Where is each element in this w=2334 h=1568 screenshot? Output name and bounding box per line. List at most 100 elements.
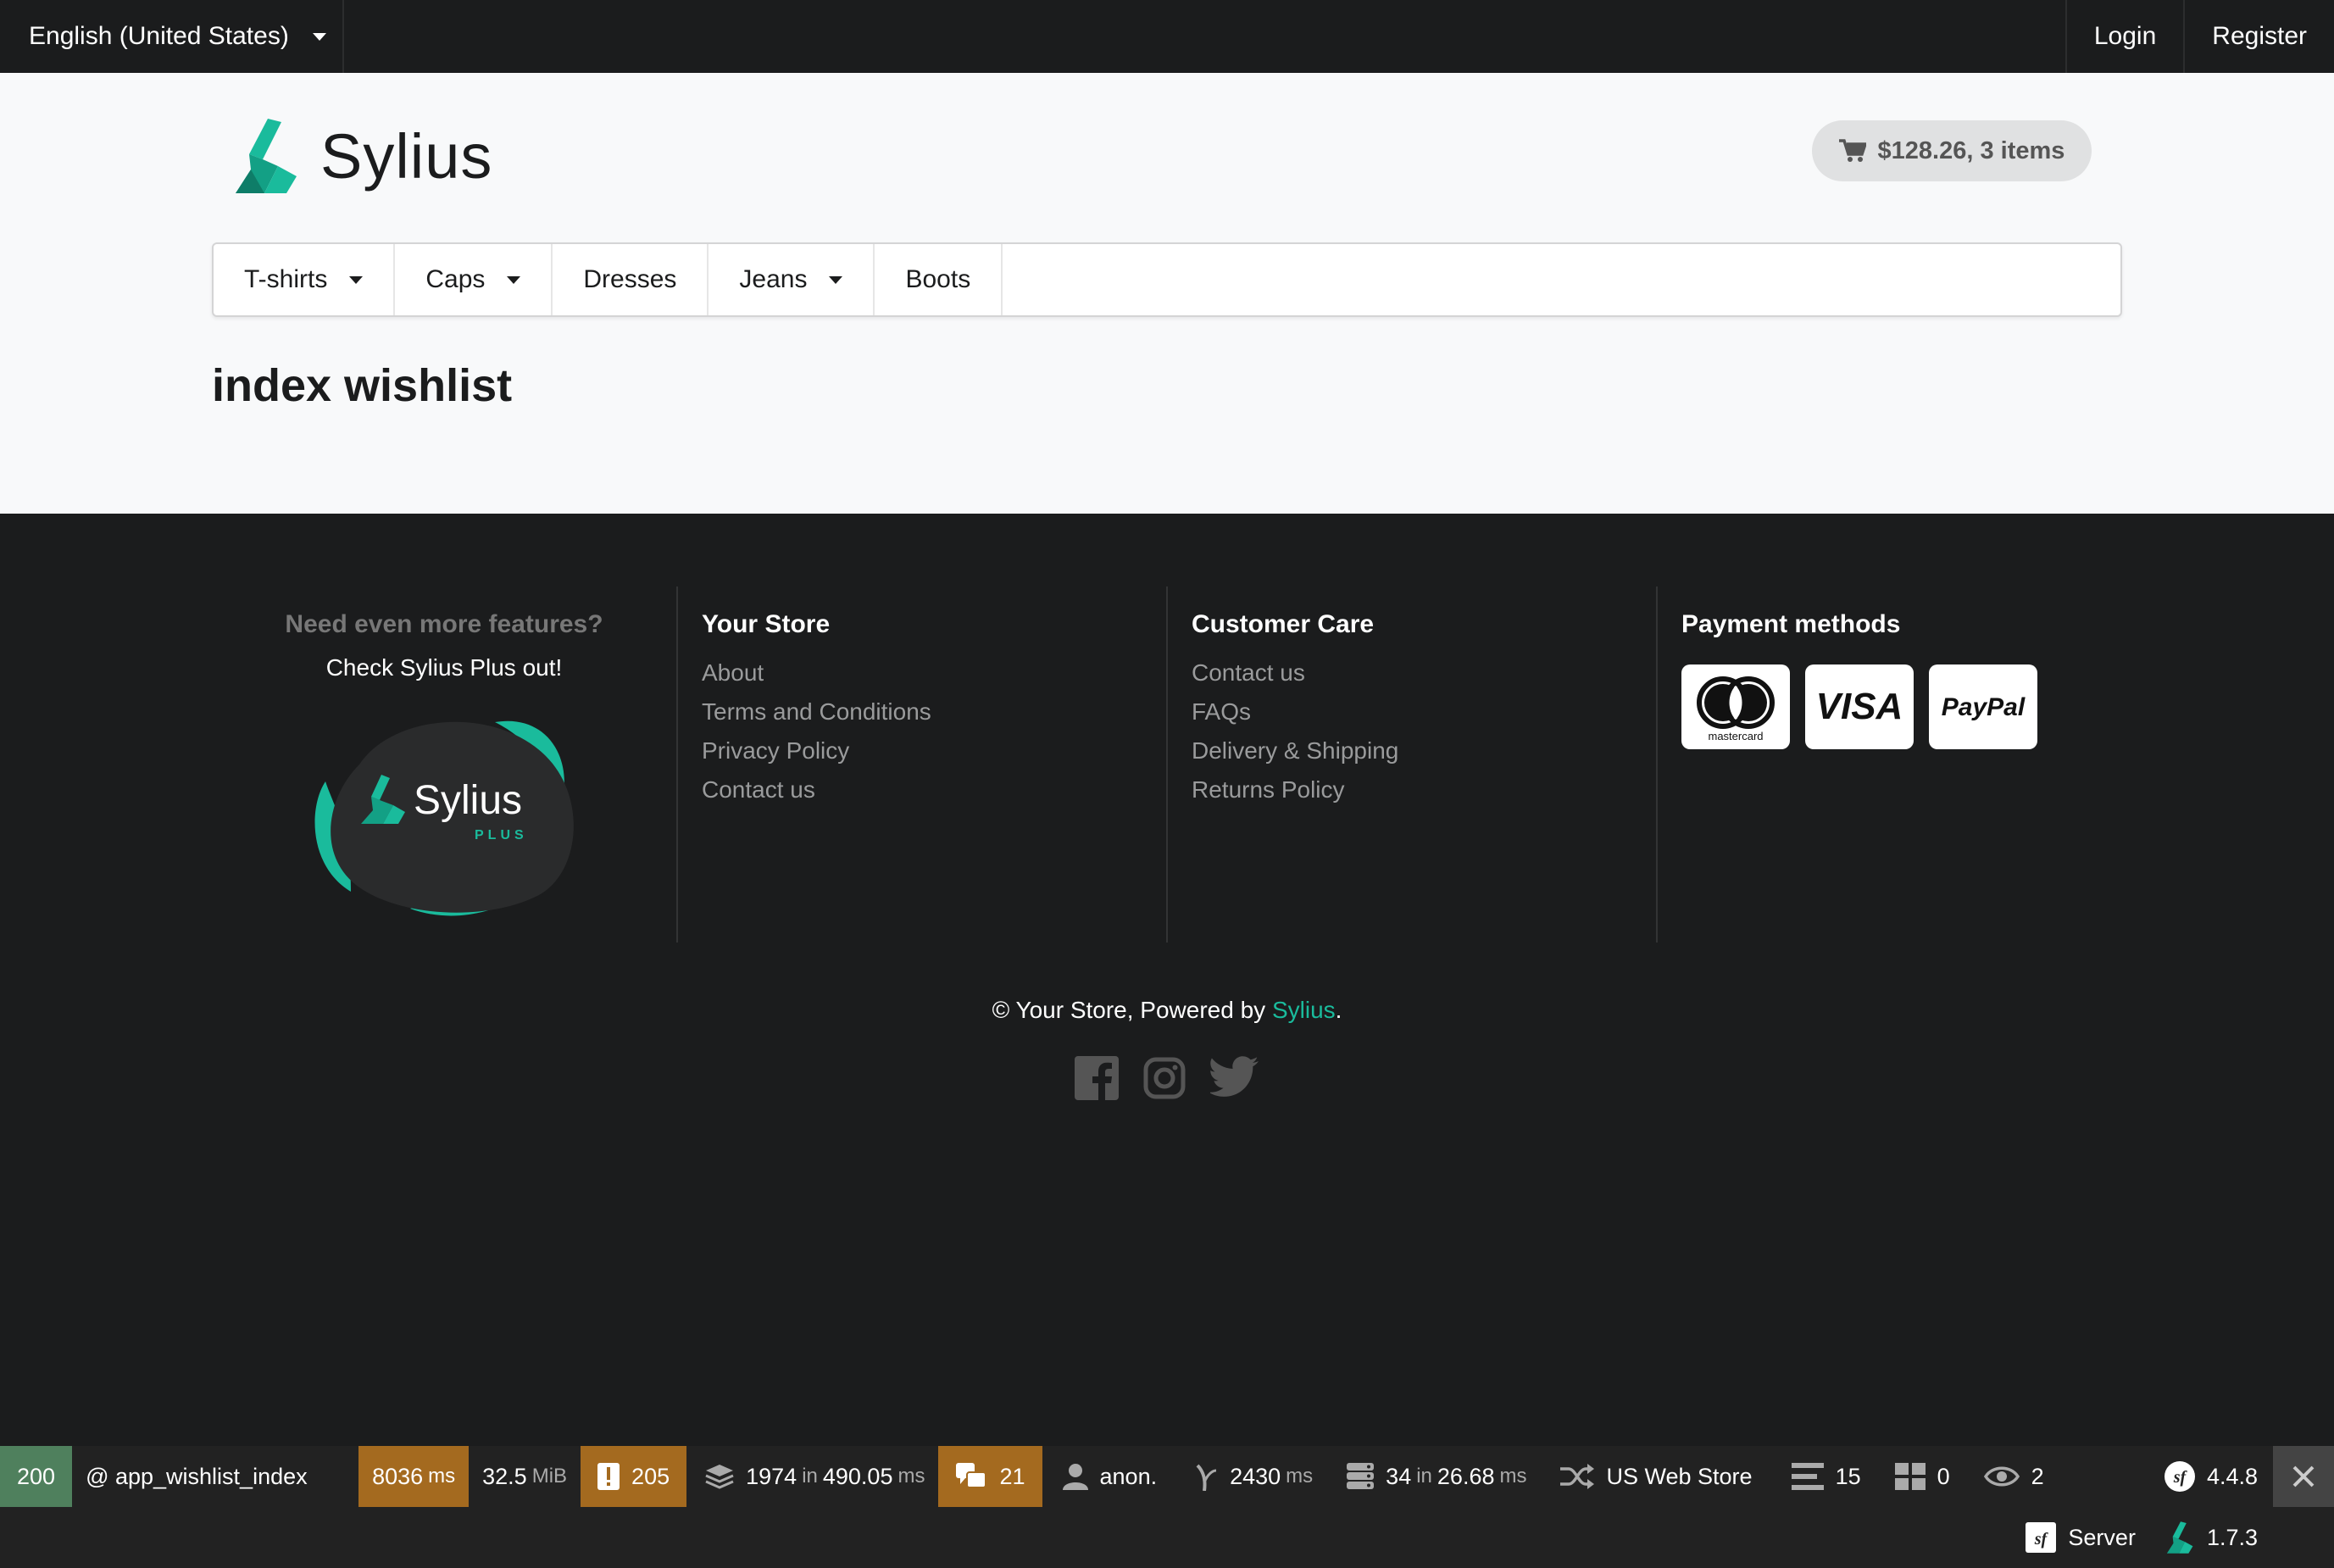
your-store-heading: Your Store xyxy=(702,610,831,638)
route-name[interactable]: @ app_wishlist_index xyxy=(72,1446,358,1507)
register-link[interactable]: Register xyxy=(2183,0,2334,73)
logs-count: 205 xyxy=(631,1463,670,1489)
svg-text:VISA: VISA xyxy=(1816,686,1903,727)
instagram-icon[interactable] xyxy=(1142,1056,1186,1100)
request-time[interactable]: 8036 ms xyxy=(358,1446,470,1507)
visa-logo: VISA xyxy=(1805,664,1914,749)
security-panel[interactable]: anon. xyxy=(1042,1446,1171,1507)
plus-subtitle: Check Sylius Plus out! xyxy=(325,654,563,681)
payment-methods-heading: Payment methods xyxy=(1681,610,1901,638)
status-code-value: 200 xyxy=(17,1463,56,1489)
sylius-version-value: 1.7.3 xyxy=(2206,1524,2258,1550)
footer-link-delivery[interactable]: Delivery & Shipping xyxy=(1192,737,1656,765)
cart-icon xyxy=(1838,139,1866,162)
menu-item-jeans[interactable]: Jeans xyxy=(709,244,875,315)
chevron-down-icon xyxy=(349,275,364,284)
cache-time: 490.05 xyxy=(822,1463,893,1489)
facebook-icon[interactable] xyxy=(1075,1056,1119,1100)
copyright: © Your Store, Powered by Sylius. xyxy=(0,997,2334,1024)
cache-unit: ms xyxy=(897,1465,925,1487)
copyright-suffix: . xyxy=(1335,997,1342,1023)
footer-link-faqs[interactable]: FAQs xyxy=(1192,698,1656,726)
footer-link-about[interactable]: About xyxy=(702,659,1166,687)
menu-item-label: Caps xyxy=(425,265,486,293)
layers-icon xyxy=(705,1465,734,1489)
db-queries: 34 xyxy=(1386,1463,1412,1489)
forms-panel[interactable]: 15 xyxy=(1766,1446,1875,1507)
customer-care-heading: Customer Care xyxy=(1192,610,1375,638)
memory-value: 32.5 xyxy=(482,1463,527,1489)
debug-toolbar: 200 @ app_wishlist_index 8036 ms 32.5 Mi… xyxy=(0,1446,2334,1568)
cache-in: in xyxy=(802,1465,818,1487)
twig-panel[interactable]: 2 xyxy=(1964,1446,2058,1507)
footer-link-contact[interactable]: Contact us xyxy=(702,776,1166,803)
menu-item-tshirts[interactable]: T-shirts xyxy=(214,244,396,315)
payment-methods-column: Payment methods mastercard VISA PayPal xyxy=(1656,587,2131,942)
sylius-plus-logo-icon: Sylius PLUS xyxy=(314,720,574,916)
server-panel[interactable]: sf Server xyxy=(2012,1507,2153,1568)
grid-icon xyxy=(1894,1463,1926,1490)
symfony-server-icon: sf xyxy=(2026,1522,2057,1553)
login-link[interactable]: Login xyxy=(2064,0,2183,73)
server-label: Server xyxy=(2068,1524,2136,1550)
user-icon xyxy=(1062,1464,1088,1490)
footer-link-terms[interactable]: Terms and Conditions xyxy=(702,698,1166,726)
footer-link-contact-us[interactable]: Contact us xyxy=(1192,659,1656,687)
cache-calls: 1974 xyxy=(746,1463,797,1489)
svg-text:PLUS: PLUS xyxy=(475,828,528,842)
cart-button[interactable]: $128.26, 3 items xyxy=(1812,120,2092,181)
svg-text:mastercard: mastercard xyxy=(1708,730,1763,742)
logs-panel[interactable]: 205 xyxy=(581,1446,687,1507)
social-links xyxy=(1075,1056,1283,1100)
sylius-plus-promo: Need even more features? Check Sylius Pl… xyxy=(212,587,676,942)
exclamation-icon xyxy=(597,1463,620,1490)
timer-icon xyxy=(1196,1464,1217,1491)
db-time: 26.68 xyxy=(1437,1463,1495,1489)
menu-item-caps[interactable]: Caps xyxy=(395,244,553,315)
menu-item-label: T-shirts xyxy=(244,265,328,293)
account-links: Login Register xyxy=(2064,0,2334,73)
events-panel[interactable]: 2430 ms xyxy=(1170,1446,1326,1507)
menu-item-dresses[interactable]: Dresses xyxy=(553,244,709,315)
language-label: English (United States) xyxy=(29,22,289,50)
page-title: index wishlist xyxy=(212,360,513,411)
top-bar: English (United States) Login Register xyxy=(0,0,2334,73)
chevron-down-icon xyxy=(312,32,326,41)
translations-count: 21 xyxy=(999,1463,1025,1489)
blocks-panel[interactable]: 0 xyxy=(1875,1446,1964,1507)
sylius-link[interactable]: Sylius xyxy=(1272,997,1336,1023)
database-icon xyxy=(1347,1463,1375,1489)
close-toolbar-button[interactable] xyxy=(2273,1446,2334,1507)
footer-link-privacy[interactable]: Privacy Policy xyxy=(702,737,1166,765)
db-unit: ms xyxy=(1499,1465,1527,1487)
mastercard-logo: mastercard xyxy=(1681,664,1790,749)
cart-summary: $128.26, 3 items xyxy=(1877,136,2065,164)
sylius-version[interactable]: 1.7.3 xyxy=(2153,1507,2334,1568)
menu-item-boots[interactable]: Boots xyxy=(875,244,1003,315)
database-panel[interactable]: 34 in 26.68 ms xyxy=(1326,1446,1540,1507)
svg-text:sf: sf xyxy=(2034,1530,2049,1549)
language-dropdown[interactable]: English (United States) xyxy=(0,0,344,73)
memory-usage[interactable]: 32.5 MiB xyxy=(469,1446,581,1507)
menu-item-label: Dresses xyxy=(583,265,677,293)
customer-care-column: Customer Care Contact us FAQs Delivery &… xyxy=(1166,587,1656,942)
channel-panel[interactable]: US Web Store xyxy=(1540,1446,1765,1507)
cache-panel[interactable]: 1974 in 490.05 ms xyxy=(686,1446,938,1507)
events-time: 2430 xyxy=(1230,1463,1281,1489)
shuffle-icon xyxy=(1560,1464,1595,1489)
sylius-plus-badge[interactable]: Sylius PLUS xyxy=(212,705,676,921)
svg-text:PayPal: PayPal xyxy=(1942,693,2026,721)
forms-icon xyxy=(1791,1463,1824,1490)
twitter-icon[interactable] xyxy=(1210,1056,1259,1098)
payment-logos: mastercard VISA PayPal xyxy=(1681,664,2131,749)
footer-link-returns[interactable]: Returns Policy xyxy=(1192,776,1656,803)
status-code[interactable]: 200 xyxy=(0,1446,73,1507)
views-count: 2 xyxy=(2031,1463,2044,1489)
menu-item-label: Jeans xyxy=(739,265,808,293)
store-logo[interactable]: Sylius xyxy=(234,117,492,195)
db-in: in xyxy=(1416,1465,1432,1487)
forms-count: 15 xyxy=(1835,1463,1861,1489)
copyright-text: © Your Store, Powered by xyxy=(992,997,1272,1023)
logo-text: Sylius xyxy=(320,120,493,192)
translations-panel[interactable]: 21 xyxy=(938,1446,1042,1507)
